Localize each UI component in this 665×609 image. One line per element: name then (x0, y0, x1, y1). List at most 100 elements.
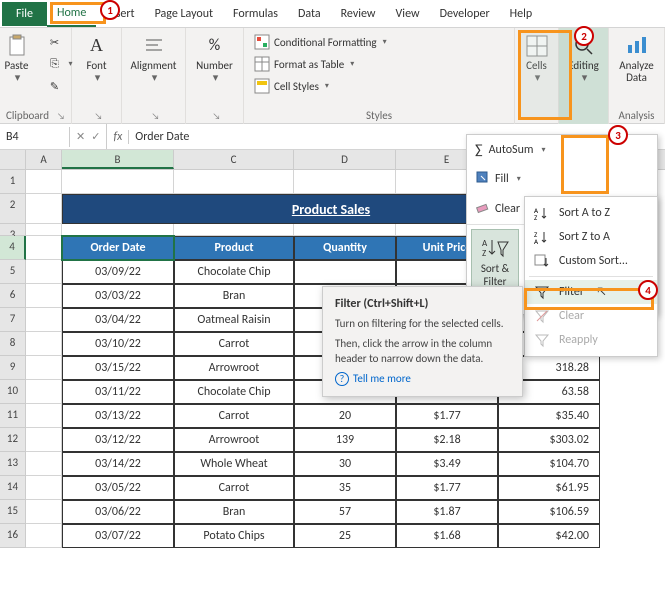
cell-qty[interactable]: 20 (294, 404, 396, 428)
cell-total[interactable]: $303.02 (498, 428, 600, 452)
sort-a-to-z[interactable]: AZSort A to Z (525, 201, 657, 225)
cell-qty[interactable]: 25 (294, 524, 396, 548)
cell-date[interactable]: 03/09/22 (62, 260, 174, 284)
row-1[interactable]: 1 (0, 170, 26, 194)
enter-icon[interactable]: ✓ (91, 130, 100, 143)
cell-date[interactable]: 03/14/22 (62, 452, 174, 476)
cell-price[interactable]: $1.68 (396, 524, 498, 548)
cell-date[interactable]: 03/10/22 (62, 332, 174, 356)
name-box[interactable]: B4 (0, 127, 70, 147)
row-7[interactable]: 7 (0, 308, 26, 332)
cell-product[interactable]: Carrot (174, 404, 294, 428)
row-4[interactable]: 4 (0, 236, 26, 260)
cell-qty[interactable]: 139 (294, 428, 396, 452)
tab-help[interactable]: Help (500, 2, 543, 26)
row-9[interactable]: 9 (0, 356, 26, 380)
row-5[interactable]: 5 (0, 260, 26, 284)
cell-qty[interactable]: 57 (294, 500, 396, 524)
cell-date[interactable]: 03/03/22 (62, 284, 174, 308)
col-B[interactable]: B (62, 150, 174, 169)
cell-product[interactable]: Carrot (174, 332, 294, 356)
header-quantity[interactable]: Quantity (294, 236, 396, 260)
row-6[interactable]: 6 (0, 284, 26, 308)
fill-item[interactable]: Fill▾ (467, 164, 657, 194)
row-16[interactable]: 16 (0, 524, 26, 548)
number-button[interactable]: % Number▾ (192, 32, 237, 86)
row-8[interactable]: 8 (0, 332, 26, 356)
filter-item[interactable]: Filter↖ (525, 280, 657, 304)
tab-formulas[interactable]: Formulas (223, 2, 288, 26)
cell-date[interactable]: 03/15/22 (62, 356, 174, 380)
cell-styles-button[interactable]: Cell Styles▾ (250, 76, 333, 96)
cell-date[interactable]: 03/07/22 (62, 524, 174, 548)
cell-total[interactable]: $42.00 (498, 524, 600, 548)
row-14[interactable]: 14 (0, 476, 26, 500)
tab-review[interactable]: Review (331, 2, 386, 26)
tab-file[interactable]: File (2, 2, 47, 26)
cell-product[interactable]: Arrowroot (174, 356, 294, 380)
font-button[interactable]: A Font▾ (75, 32, 119, 86)
row-10[interactable]: 10 (0, 380, 26, 404)
cell-price[interactable]: $1.77 (396, 404, 498, 428)
cell-date[interactable]: 03/06/22 (62, 500, 174, 524)
autosum-item[interactable]: ∑AutoSum▾ (467, 135, 657, 164)
cell-total[interactable]: $61.95 (498, 476, 600, 500)
cell-qty[interactable]: 35 (294, 476, 396, 500)
cell-product[interactable]: Chocolate Chip (174, 380, 294, 404)
cell-product[interactable]: Potato Chips (174, 524, 294, 548)
cell-total[interactable]: $106.59 (498, 500, 600, 524)
cell-total[interactable]: $104.70 (498, 452, 600, 476)
cell-product[interactable]: Chocolate Chip (174, 260, 294, 284)
custom-sort[interactable]: Custom Sort... (525, 249, 657, 273)
paste-button[interactable]: Paste▾ (0, 32, 39, 86)
tab-page-layout[interactable]: Page Layout (145, 2, 223, 26)
number-launcher[interactable]: ↘ (213, 111, 221, 122)
header-order-date[interactable]: Order Date (62, 236, 174, 260)
cell-product[interactable]: Carrot (174, 476, 294, 500)
tab-developer[interactable]: Developer (430, 2, 500, 26)
cell-price[interactable]: $1.77 (396, 476, 498, 500)
row-2[interactable]: 2 (0, 194, 26, 224)
tell-me-more[interactable]: ?Tell me more (335, 372, 510, 386)
cell-qty[interactable]: 30 (294, 452, 396, 476)
cell-price[interactable]: $3.49 (396, 452, 498, 476)
cell-product[interactable]: Bran (174, 500, 294, 524)
row-12[interactable]: 12 (0, 428, 26, 452)
sort-z-to-a[interactable]: ZASort Z to A (525, 225, 657, 249)
font-launcher[interactable]: ↘ (95, 111, 103, 122)
alignment-button[interactable]: Alignment▾ (127, 32, 181, 86)
analyze-data-button[interactable]: Analyze Data (615, 32, 659, 86)
cell-product[interactable]: Arrowroot (174, 428, 294, 452)
row-15[interactable]: 15 (0, 500, 26, 524)
row-13[interactable]: 13 (0, 452, 26, 476)
tab-data[interactable]: Data (288, 2, 331, 26)
cell-date[interactable]: 03/13/22 (62, 404, 174, 428)
cell-date[interactable]: 03/11/22 (62, 380, 174, 404)
cell-price[interactable]: $1.87 (396, 500, 498, 524)
tab-view[interactable]: View (386, 2, 430, 26)
tab-home[interactable]: Home (47, 1, 96, 27)
cancel-icon[interactable]: ✕ (76, 130, 85, 143)
cell-qty[interactable] (294, 260, 396, 284)
cell-total[interactable]: $35.40 (498, 404, 600, 428)
cell-date[interactable]: 03/04/22 (62, 308, 174, 332)
cell-product[interactable]: Oatmeal Raisin (174, 308, 294, 332)
row-3[interactable]: 3 (0, 224, 26, 236)
cell-date[interactable]: 03/12/22 (62, 428, 174, 452)
row-11[interactable]: 11 (0, 404, 26, 428)
col-D[interactable]: D (294, 150, 396, 169)
col-A[interactable]: A (26, 150, 62, 169)
conditional-formatting-button[interactable]: Conditional Formatting▾ (250, 32, 391, 52)
cell-date[interactable]: 03/05/22 (62, 476, 174, 500)
fx-icon[interactable]: fx (107, 130, 129, 144)
alignment-launcher[interactable]: ↘ (152, 111, 160, 122)
cell-product[interactable]: Whole Wheat (174, 452, 294, 476)
cells-button[interactable]: Cells▾ (515, 32, 559, 86)
clipboard-launcher[interactable]: ↘ (57, 111, 65, 122)
cell-product[interactable]: Bran (174, 284, 294, 308)
header-product[interactable]: Product (174, 236, 294, 260)
col-C[interactable]: C (174, 150, 294, 169)
cell-price[interactable]: $2.18 (396, 428, 498, 452)
format-as-table-button[interactable]: Format as Table▾ (250, 54, 358, 74)
select-all-corner[interactable] (0, 150, 26, 169)
